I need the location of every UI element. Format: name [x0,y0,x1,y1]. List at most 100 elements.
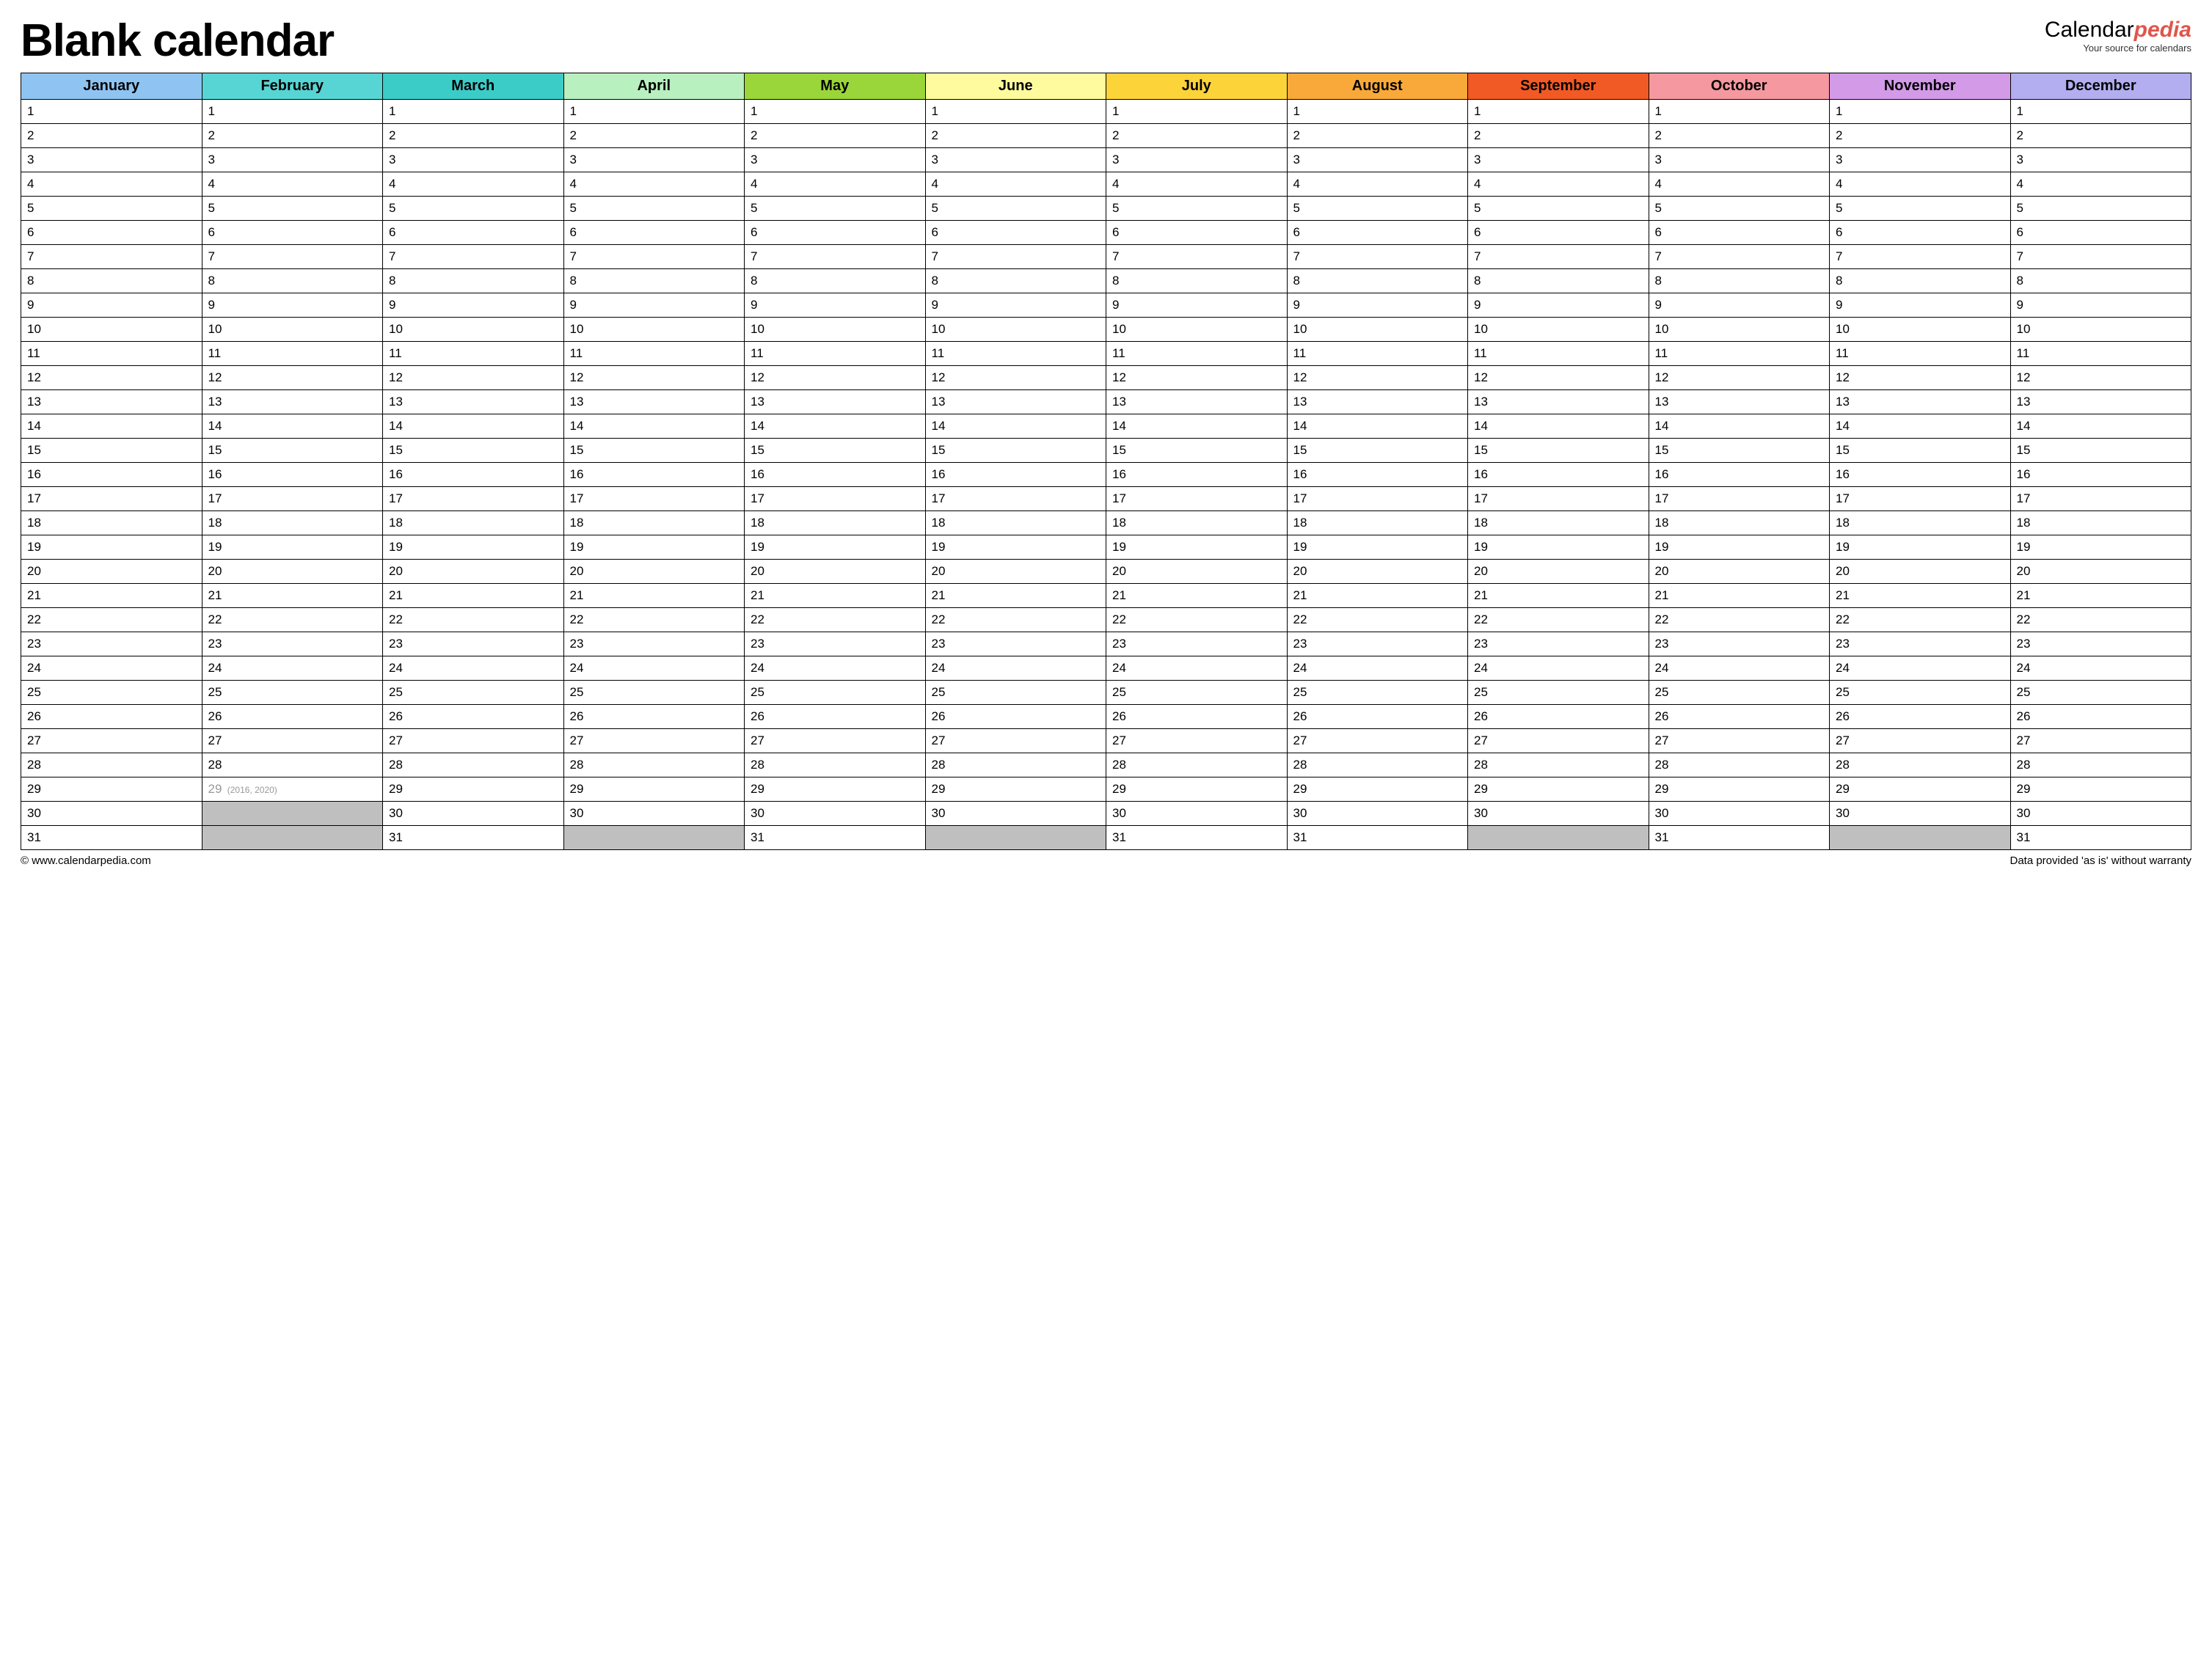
day-cell: 10 [202,318,383,342]
day-cell: 5 [1468,197,1649,221]
day-cell: 28 [563,753,745,777]
footer-disclaimer: Data provided 'as is' without warranty [2010,855,2191,867]
day-cell: 1 [1468,100,1649,124]
brand-logo: Calendarpedia [2045,18,2191,43]
day-cell: 30 [1468,802,1649,826]
day-cell: 25 [1106,681,1288,705]
day-cell: 13 [202,390,383,414]
day-cell: 18 [202,511,383,535]
day-cell: 27 [1287,729,1468,753]
day-cell: 17 [1106,487,1288,511]
day-cell: 15 [1649,439,1830,463]
day-cell: 2 [1649,124,1830,148]
day-cell: 26 [1649,705,1830,729]
day-cell: 6 [1830,221,2011,245]
day-cell: 13 [1830,390,2011,414]
day-cell: 4 [21,172,202,197]
day-cell: 22 [1649,608,1830,632]
day-cell: 19 [383,535,564,560]
day-cell: 15 [745,439,926,463]
day-cell: 16 [21,463,202,487]
header: Blank calendar Calendarpedia Your source… [21,15,2191,67]
day-cell: 5 [2010,197,2191,221]
footer-copyright: © www.calendarpedia.com [21,855,151,867]
day-cell: 9 [2010,293,2191,318]
day-cell: 29 [1106,777,1288,802]
day-cell: 21 [1106,584,1288,608]
day-cell: 22 [21,608,202,632]
day-cell: 8 [2010,269,2191,293]
day-cell: 23 [1106,632,1288,656]
day-cell: 20 [383,560,564,584]
day-cell: 6 [383,221,564,245]
day-cell: 8 [745,269,926,293]
month-header-september: September [1468,73,1649,100]
day-cell: 2 [1287,124,1468,148]
day-cell: 30 [1830,802,2011,826]
day-cell: 11 [1649,342,1830,366]
day-cell: 24 [1287,656,1468,681]
day-cell [563,826,745,850]
day-cell: 23 [1649,632,1830,656]
day-cell: 5 [1287,197,1468,221]
day-cell: 12 [925,366,1106,390]
day-cell: 8 [383,269,564,293]
day-cell: 31 [1287,826,1468,850]
day-row: 181818181818181818181818 [21,511,2191,535]
day-cell: 4 [1287,172,1468,197]
day-cell: 26 [745,705,926,729]
day-cell: 24 [563,656,745,681]
day-cell: 30 [2010,802,2191,826]
day-cell: 4 [2010,172,2191,197]
day-cell: 29 [925,777,1106,802]
day-row: 191919191919191919191919 [21,535,2191,560]
day-row: 212121212121212121212121 [21,584,2191,608]
day-cell: 6 [925,221,1106,245]
day-cell: 21 [1830,584,2011,608]
day-cell: 27 [2010,729,2191,753]
day-cell: 28 [202,753,383,777]
day-cell: 4 [383,172,564,197]
day-cell: 14 [2010,414,2191,439]
day-cell: 31 [1649,826,1830,850]
day-cell: 15 [1830,439,2011,463]
day-cell: 5 [383,197,564,221]
day-cell: 13 [2010,390,2191,414]
day-row: 3030303030303030303030 [21,802,2191,826]
calendar-header-row: JanuaryFebruaryMarchAprilMayJuneJulyAugu… [21,73,2191,100]
day-cell: 10 [21,318,202,342]
day-cell: 6 [1468,221,1649,245]
day-cell: 26 [202,705,383,729]
day-cell: 16 [383,463,564,487]
day-row: 999999999999 [21,293,2191,318]
day-cell: 16 [1106,463,1288,487]
day-cell: 3 [1649,148,1830,172]
day-cell: 24 [745,656,926,681]
day-cell: 9 [202,293,383,318]
day-cell: 8 [1468,269,1649,293]
day-cell: 18 [2010,511,2191,535]
day-cell: 2 [1106,124,1288,148]
day-cell: 7 [1649,245,1830,269]
month-header-march: March [383,73,564,100]
day-cell: 19 [202,535,383,560]
day-row: 171717171717171717171717 [21,487,2191,511]
day-cell: 17 [563,487,745,511]
day-cell: 13 [925,390,1106,414]
day-cell: 12 [1287,366,1468,390]
day-cell: 23 [1287,632,1468,656]
day-cell: 30 [1649,802,1830,826]
day-cell: 21 [1468,584,1649,608]
day-cell: 18 [383,511,564,535]
day-cell: 25 [1649,681,1830,705]
day-cell: 17 [2010,487,2191,511]
day-cell: 22 [925,608,1106,632]
day-cell: 9 [1287,293,1468,318]
day-cell: 7 [2010,245,2191,269]
day-cell: 26 [21,705,202,729]
day-cell: 11 [745,342,926,366]
calendar-table: JanuaryFebruaryMarchAprilMayJuneJulyAugu… [21,73,2191,850]
day-cell: 27 [745,729,926,753]
day-cell: 29 [745,777,926,802]
day-cell: 29 [21,777,202,802]
